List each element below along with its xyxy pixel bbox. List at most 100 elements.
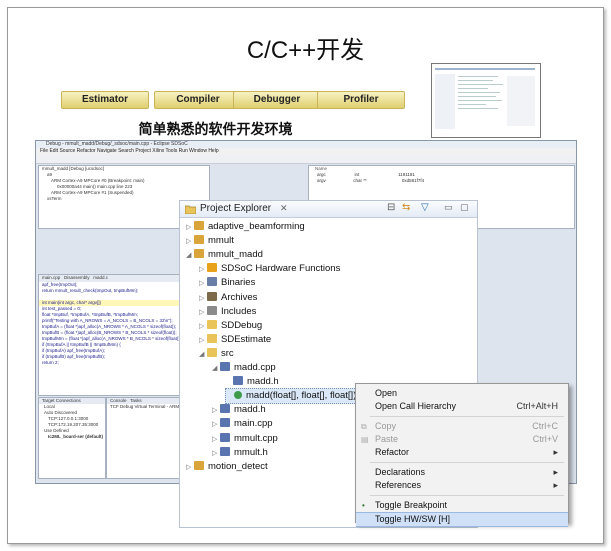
tree-item[interactable]: ▷ main.cpp [212, 417, 273, 431]
maximize-icon[interactable]: ▢ [460, 202, 469, 213]
project-icon [194, 221, 204, 230]
tree-item[interactable]: ▷ SDEstimate [199, 333, 271, 347]
collapse-all-icon[interactable]: ⊟ [387, 202, 395, 213]
expand-arrow-icon[interactable]: ▷ [212, 433, 220, 447]
menu-item-label: Toggle HW/SW [H] [375, 514, 451, 524]
menu-item-label: Declarations [375, 467, 426, 477]
view-menu-icon[interactable]: ▽ [421, 202, 429, 213]
tree-item-label: SDDebug [221, 319, 263, 331]
var-name: argv [317, 178, 326, 183]
function-icon [234, 391, 242, 400]
menu-separator [370, 462, 564, 463]
tree-item-label: mmult.cpp [234, 432, 278, 444]
slide-title: C/C++开发 [246, 37, 365, 64]
tree-item[interactable]: ▷ madd.h [212, 403, 266, 417]
tree-item-label: mmult [208, 235, 234, 247]
menu-separator [370, 495, 564, 496]
menu-item-toggle-breakpoint[interactable]: • Toggle Breakpoint [356, 499, 568, 512]
expand-arrow-icon[interactable]: ◢ [199, 348, 207, 362]
tree-item[interactable]: ▷ Archives [199, 291, 257, 305]
tree-item-label: madd.h [234, 404, 266, 416]
tree-item[interactable]: ▷ mmult [186, 234, 234, 248]
var-type: char ** [353, 178, 367, 183]
project-icon [194, 235, 204, 245]
expand-arrow-icon[interactable]: ◢ [186, 249, 194, 263]
expand-arrow-icon[interactable]: ▷ [186, 221, 194, 235]
expand-arrow-icon[interactable]: ◢ [212, 362, 220, 376]
folder-icon [207, 347, 217, 357]
menu-item-toggle-hw-sw-h[interactable]: Toggle HW/SW [H] [356, 512, 568, 527]
target-connections-view[interactable]: Target Connections Local Auto Discovered… [38, 397, 106, 479]
ide-title-bar: Debug - mmult_madd/Debug/_sdsoc/main.cpp… [36, 141, 576, 148]
ide-toolbar[interactable] [36, 154, 576, 164]
tree-item-label: adaptive_beamforming [208, 221, 305, 232]
tree-item[interactable]: ▷ adaptive_beamforming [186, 220, 305, 234]
expand-arrow-icon[interactable]: ▷ [199, 334, 207, 348]
tree-item-label: mmult_madd [208, 249, 263, 261]
cpp-file-icon [220, 418, 230, 428]
expand-arrow-icon[interactable]: ▷ [186, 461, 194, 475]
cpp-file-icon [220, 362, 230, 371]
tree-item[interactable]: madd.h [225, 375, 279, 389]
tree-item[interactable]: ▷ Includes [199, 305, 256, 319]
tree-item[interactable]: ▷ motion_detect [186, 460, 268, 474]
tree-item[interactable]: ◢ mmult_madd [186, 248, 263, 262]
submenu-arrow-icon: ▸ [553, 480, 558, 490]
var-value: 0xd581f7f4 [401, 178, 425, 183]
tree-item-label: motion_detect [208, 460, 268, 472]
menu-item-label: Refactor [375, 447, 410, 457]
menu-item-label: References [375, 480, 422, 490]
expand-arrow-icon[interactable]: ▷ [199, 306, 207, 320]
expand-arrow-icon[interactable]: ▷ [212, 418, 220, 432]
project-explorer-title: Project Explorer [200, 203, 272, 214]
link-editor-icon[interactable]: ⇆ [402, 202, 410, 213]
menu-item-open-call-hierarchy[interactable]: Open Call Hierarchy Ctrl+Alt+H [356, 400, 568, 413]
menu-separator [370, 416, 564, 417]
menu-item-declarations[interactable]: Declarations ▸ [356, 466, 568, 479]
header-file-icon [220, 404, 230, 414]
tree-item[interactable]: ▷ mmult.h [212, 446, 268, 460]
menu-item-shortcut: Ctrl+Alt+H [516, 401, 558, 411]
menu-item-refactor[interactable]: Refactor ▸ [356, 446, 568, 459]
close-icon[interactable]: ✕ [280, 203, 288, 214]
menu-item-open[interactable]: Open [356, 387, 568, 400]
tree-item-label: Includes [221, 305, 257, 317]
tree-item[interactable]: ◢ madd.cpp [212, 361, 276, 375]
tree-item-label: main.cpp [234, 418, 273, 430]
tree-item[interactable]: ▷ mmult.cpp [212, 432, 278, 446]
breakpoint-icon: • [362, 501, 365, 510]
archives-icon [207, 291, 217, 301]
console-view[interactable]: Console Tasks TCF Debug Virtual Terminal… [106, 397, 180, 479]
var-value: 1191181 [398, 172, 415, 177]
project-explorer-header: Project Explorer ✕ ⊟ ⇆ ▽ ▭ ▢ [180, 201, 477, 218]
tree-item[interactable]: ◢ src [199, 347, 234, 361]
folder-icon [207, 333, 217, 343]
expand-arrow-icon[interactable]: ▷ [199, 277, 207, 291]
expand-arrow-icon[interactable]: ▷ [212, 447, 220, 461]
code-editor[interactable]: main.cpp Disassembly madd.c apf_free(tmp… [38, 274, 180, 396]
menu-item-paste: ▤ Paste Ctrl+V [356, 433, 568, 446]
expand-arrow-icon[interactable]: ▷ [186, 235, 194, 249]
context-menu: Open Open Call Hierarchy Ctrl+Alt+H ⧉ Copy Ct… [355, 383, 569, 527]
copy-icon: ⧉ [361, 422, 367, 431]
tree-item[interactable]: ▷ Binaries [199, 276, 255, 290]
menu-item-label: Copy [375, 421, 397, 431]
tree-item[interactable]: ▷ SDSoC Hardware Functions [199, 262, 340, 276]
project-icon [194, 249, 204, 259]
menu-item-references[interactable]: References ▸ [356, 479, 568, 492]
menu-item-label: Open Call Hierarchy [375, 401, 457, 411]
includes-icon [207, 305, 217, 315]
profiler-pill: Profiler [317, 91, 405, 109]
expand-arrow-icon[interactable]: ▷ [199, 292, 207, 306]
expand-arrow-icon[interactable]: ▷ [199, 320, 207, 334]
minimize-icon[interactable]: ▭ [444, 202, 453, 213]
expand-arrow-icon[interactable]: ▷ [199, 263, 207, 277]
expand-arrow-icon[interactable]: ▷ [212, 404, 220, 418]
estimator-pill: Estimator [61, 91, 149, 109]
tree-item[interactable]: ▷ SDDebug [199, 319, 262, 333]
tree-item-label: mmult.h [234, 446, 268, 458]
folder-icon [207, 319, 217, 329]
submenu-arrow-icon: ▸ [553, 447, 558, 457]
submenu-arrow-icon: ▸ [553, 467, 558, 477]
tree-item-label: SDEstimate [221, 333, 272, 345]
